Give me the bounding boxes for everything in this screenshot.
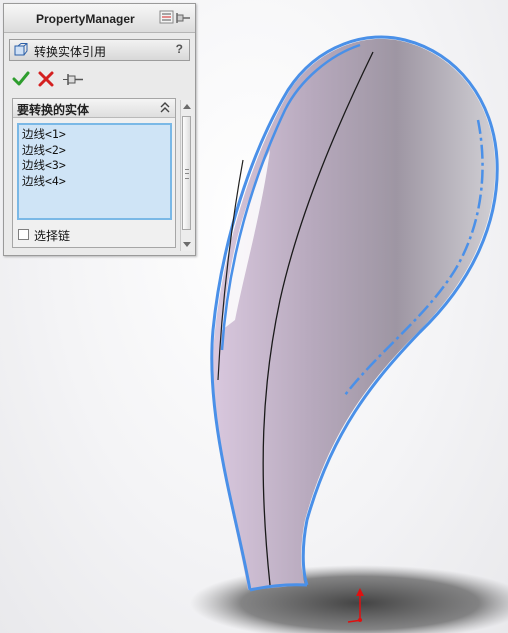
entities-to-convert-group: 要转换的实体 边线<1> 边线<2> 边线<3> 边线<4> 选择链 (12, 98, 176, 248)
scroll-up-arrow-icon[interactable] (183, 104, 191, 109)
group-title: 要转换的实体 (17, 103, 90, 117)
check-icon (12, 71, 30, 86)
select-chain-option[interactable]: 选择链 (18, 228, 138, 244)
blade-highlight (213, 38, 496, 590)
ok-button[interactable] (12, 70, 30, 88)
convert-entities-icon (14, 43, 28, 56)
grip-icon (185, 169, 189, 179)
scroll-thumb[interactable] (182, 116, 191, 230)
selection-list[interactable]: 边线<1> 边线<2> 边线<3> 边线<4> (17, 123, 172, 220)
list-item[interactable]: 边线<4> (22, 174, 170, 190)
list-item[interactable]: 边线<3> (22, 158, 170, 174)
select-chain-label: 选择链 (34, 229, 71, 243)
feature-title-bar: 转换实体引用 ? (9, 39, 190, 61)
panel-header: PropertyManager (4, 4, 195, 33)
scroll-down-arrow-icon[interactable] (183, 242, 191, 247)
feature-title: 转换实体引用 (34, 45, 107, 59)
ground-shadow (190, 565, 508, 633)
action-buttons (12, 70, 102, 90)
double-chevron-up-icon (160, 102, 170, 113)
list-item[interactable]: 边线<1> (22, 127, 170, 143)
help-button[interactable]: ? (176, 42, 183, 56)
list-item[interactable]: 边线<2> (22, 143, 170, 159)
keep-visible-button[interactable] (62, 70, 84, 88)
x-icon (38, 71, 54, 87)
panel-title: PropertyManager (36, 12, 135, 26)
panel-pin-button[interactable] (159, 10, 191, 26)
property-manager-panel: PropertyManager 转换实体引用 ? 要转换的实体 边线<1> 边线… (3, 3, 196, 256)
pushpin-icon (63, 74, 83, 85)
cancel-button[interactable] (37, 70, 55, 88)
pushpin-icon (159, 10, 190, 24)
panel-scrollbar[interactable] (180, 100, 193, 251)
group-header[interactable]: 要转换的实体 (13, 99, 175, 118)
select-chain-checkbox[interactable] (18, 229, 29, 240)
